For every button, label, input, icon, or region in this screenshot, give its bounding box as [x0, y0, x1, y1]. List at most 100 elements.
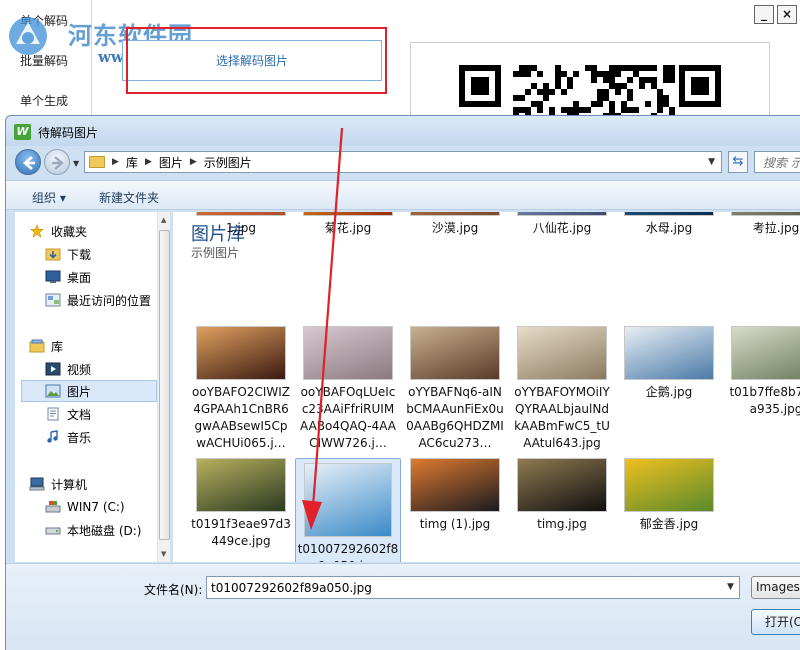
file-name: ooYBAFO2CIWIZ4GPAAh1CnBR6gwAABsewI5CpwAC…	[192, 385, 290, 450]
disk-drive-icon	[45, 527, 61, 535]
file-name: ooYBAFOqLUeIcc23AAiFfriRUIMAABo4QAQ-4AAC…	[300, 385, 396, 450]
folder-icon	[89, 156, 105, 168]
new-folder-button[interactable]: 新建文件夹	[99, 189, 159, 206]
back-button[interactable]	[15, 149, 41, 175]
chevron-right-icon: ▶	[144, 157, 152, 167]
forward-button[interactable]	[44, 149, 70, 175]
file-thumbnail	[517, 212, 607, 216]
file-tile[interactable]: t0191f3eae97d3449ce.jpg	[191, 458, 291, 550]
scrollbar-thumb[interactable]	[159, 230, 170, 540]
nav-item-libraries[interactable]: 库	[29, 335, 169, 357]
nav-label: 本地磁盘 (D:)	[67, 523, 142, 538]
library-subtitle: 示例图片	[191, 246, 240, 260]
file-name: 菊花.jpg	[324, 221, 372, 235]
file-tile[interactable]: 郁金香.jpg	[619, 458, 719, 533]
file-name: timg.jpg	[537, 517, 587, 531]
file-tile[interactable]: timg.jpg	[512, 458, 612, 533]
nav-item-favorites[interactable]: 收藏夹	[29, 220, 169, 242]
chevron-right-icon: ▶	[112, 157, 119, 167]
file-thumbnail	[410, 326, 500, 380]
file-tile[interactable]: t01b7ffe8b7…aa935.jpg	[726, 326, 800, 418]
file-list-pane: 图片库 示例图片 1.jpg 菊花.jpg 沙漠.jpg 八仙花.jpg 水母.jpg 考…	[173, 212, 800, 562]
minimize-button[interactable]: _	[754, 5, 774, 24]
bg-sidebar-item-single-generate[interactable]: 单个生成	[20, 92, 68, 109]
download-folder-icon	[45, 248, 61, 261]
watermark-logo-icon	[9, 17, 47, 55]
star-icon	[30, 224, 44, 238]
file-thumbnail	[303, 212, 393, 216]
address-dropdown-icon[interactable]: ▼	[708, 157, 715, 167]
file-name: 水母.jpg	[645, 221, 693, 235]
computer-icon	[29, 477, 45, 491]
breadcrumb-pictures[interactable]: 图片	[159, 154, 183, 171]
nav-label: 桌面	[67, 270, 92, 285]
file-thumbnail	[624, 212, 714, 216]
file-tile[interactable]: 考拉.jpg	[726, 212, 800, 237]
address-bar[interactable]: ▶ 库 ▶ 图片 ▶ 示例图片 ▼	[84, 151, 722, 173]
close-button[interactable]: ×	[777, 5, 797, 24]
dialog-title: 待解码图片	[38, 126, 99, 140]
file-tile[interactable]: ooYBAFOqLUeIcc23AAiFfriRUIMAABo4QAQ-4AAC…	[298, 326, 398, 452]
file-thumbnail	[517, 326, 607, 380]
file-name: timg (1).jpg	[419, 517, 491, 531]
music-icon	[47, 430, 58, 443]
file-thumbnail	[731, 326, 800, 380]
file-tile[interactable]: 沙漠.jpg	[405, 212, 505, 237]
file-tile[interactable]: t01007292602f89a050.jpg	[295, 458, 401, 562]
file-tile[interactable]: 企鹅.jpg	[619, 326, 719, 401]
nav-label: 音乐	[67, 430, 92, 445]
file-thumbnail	[196, 212, 286, 216]
breadcrumb-libraries[interactable]: 库	[126, 154, 138, 171]
navigation-pane: 收藏夹 下载 桌面 最近访问的位置 库 视频 图片 文档 音乐 计算机 WIN7…	[15, 212, 170, 562]
refresh-button[interactable]: ⇆	[728, 151, 748, 173]
scroll-up-icon[interactable]: ▲	[161, 216, 166, 224]
file-name: t01007292602f89a050.jpg	[297, 542, 399, 562]
scroll-down-icon[interactable]: ▼	[161, 550, 166, 558]
dialog-footer: 文件名(N): ▼ Images 打开(O	[6, 563, 800, 650]
navigation-bar: ▼ ▶ 库 ▶ 图片 ▶ 示例图片 ▼ ⇆ 搜索 示	[6, 146, 800, 178]
background-app-window: 单个解码 批量解码 单个生成 河东软件园 www.pc0359.cn 选择解码图…	[0, 0, 800, 132]
nav-label: 最近访问的位置	[67, 293, 152, 308]
file-type-filter[interactable]: Images	[751, 576, 800, 599]
file-tile[interactable]: ooYBAFO2CIWIZ4GPAAh1CnBR6gwAABsewI5CpwAC…	[191, 326, 291, 452]
file-tile[interactable]: oYYBAFNq6-aINbCMAAunFiEx0u0AABg6QHDZMIAC…	[405, 326, 505, 452]
file-name: 1.jpg	[225, 221, 257, 235]
file-thumbnail	[624, 458, 714, 512]
file-name: 八仙花.jpg	[532, 221, 592, 235]
file-tile[interactable]: 八仙花.jpg	[512, 212, 612, 237]
app-icon: W	[14, 124, 31, 140]
pictures-icon	[45, 384, 61, 398]
filename-dropdown-icon[interactable]: ▼	[727, 582, 734, 592]
file-tile[interactable]: 1.jpg	[191, 212, 291, 237]
file-tile[interactable]: oYYBAFOYMOiIYQYRAALbjaulNdkAABmFwC5_tUAA…	[512, 326, 612, 452]
refresh-icon: ⇆	[732, 154, 744, 169]
nav-label: WIN7 (C:)	[67, 500, 125, 514]
file-tile[interactable]: timg (1).jpg	[405, 458, 505, 533]
bg-window-controls: _ ×	[754, 5, 797, 24]
choose-decode-image-button[interactable]: 选择解码图片	[122, 40, 382, 81]
chevron-right-icon: ▶	[189, 157, 197, 167]
nav-label: 下载	[67, 247, 92, 262]
file-name: t0191f3eae97d3449ce.jpg	[191, 517, 291, 548]
breadcrumb-sample-pictures[interactable]: 示例图片	[204, 154, 252, 171]
file-tile[interactable]: 水母.jpg	[619, 212, 719, 237]
filename-label: 文件名(N):	[144, 583, 203, 597]
nav-label: 计算机	[51, 477, 88, 492]
file-tile[interactable]: 菊花.jpg	[298, 212, 398, 237]
file-name: oYYBAFOYMOiIYQYRAALbjaulNdkAABmFwC5_tUAA…	[514, 385, 610, 450]
file-thumbnail	[517, 458, 607, 512]
dialog-toolbar: 组织 ▾ 新建文件夹	[6, 180, 800, 210]
open-button[interactable]: 打开(O	[751, 609, 800, 635]
search-input[interactable]: 搜索 示	[754, 151, 800, 173]
filename-input[interactable]	[206, 576, 740, 599]
file-thumbnail	[410, 212, 500, 216]
dialog-titlebar: W 待解码图片	[6, 116, 800, 146]
library-icon	[29, 339, 45, 353]
forward-arrow-icon	[52, 156, 64, 170]
nav-item-pictures[interactable]: 图片	[21, 380, 157, 402]
nav-pane-scrollbar[interactable]: ▲ ▼	[157, 212, 170, 562]
history-dropdown-icon[interactable]: ▼	[73, 159, 79, 168]
organize-button[interactable]: 组织 ▾	[32, 189, 66, 206]
nav-item-computer[interactable]: 计算机	[29, 473, 169, 495]
system-drive-icon	[45, 501, 61, 513]
